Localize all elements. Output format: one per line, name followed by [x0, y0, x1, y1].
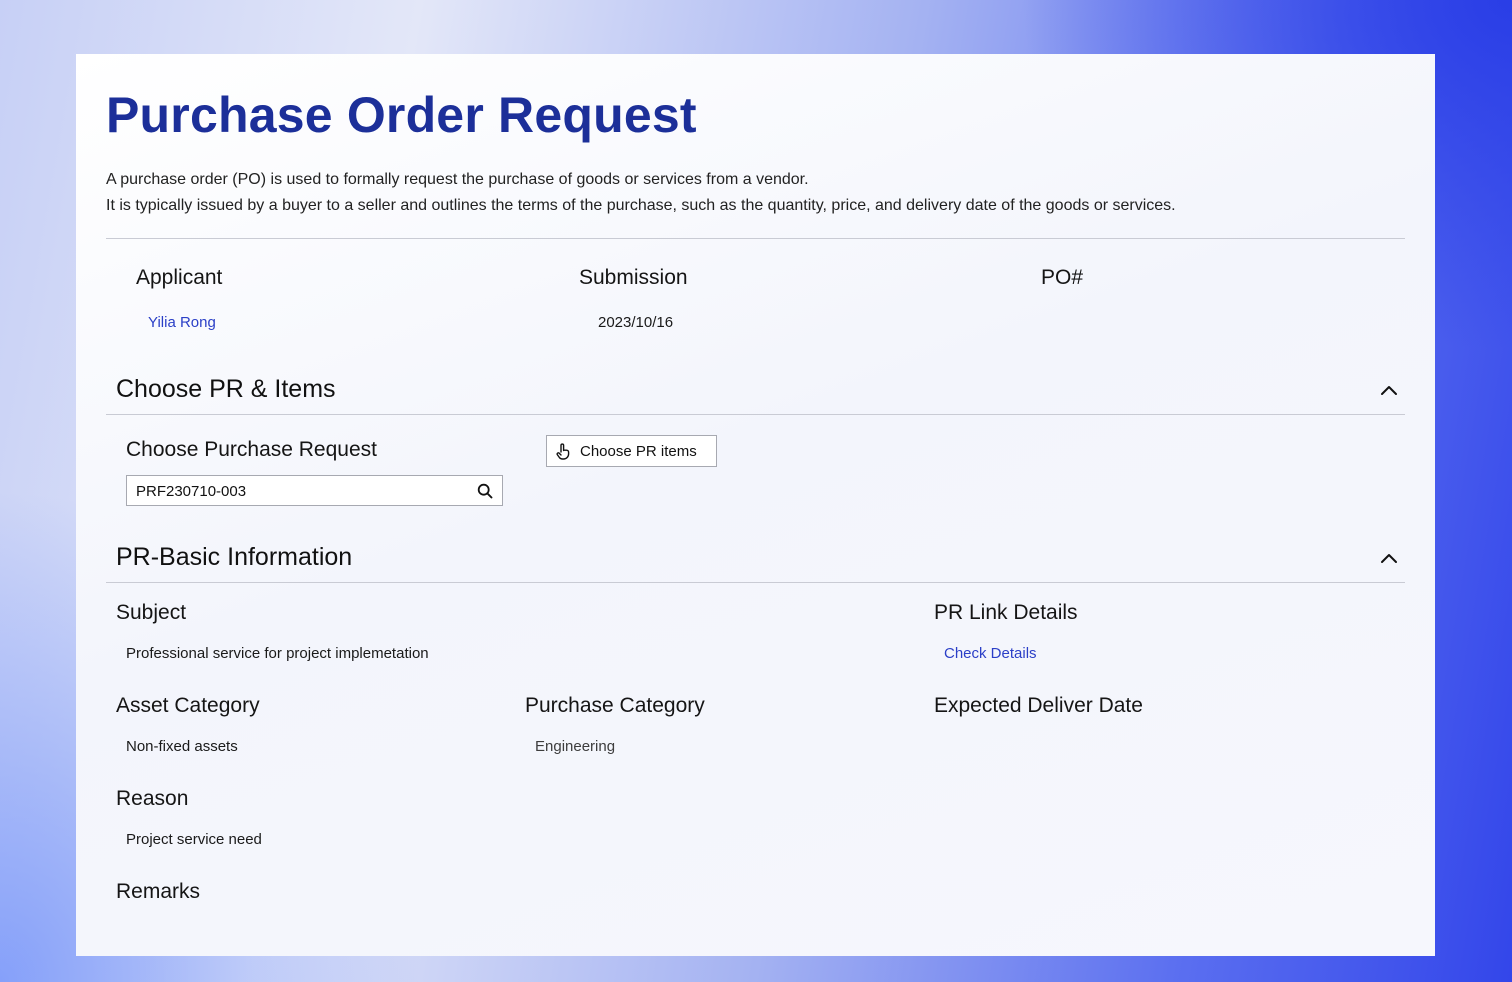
- expected-deliver-date-label: Expected Deliver Date: [934, 694, 1143, 717]
- subject-label: Subject: [116, 601, 187, 624]
- submission-date: 2023/10/16: [598, 314, 674, 331]
- choose-pr-items-button[interactable]: Choose PR items: [546, 435, 717, 467]
- pr-link-details-label: PR Link Details: [934, 601, 1078, 624]
- hand-pointer-icon: [556, 443, 570, 460]
- submission-label: Submission: [579, 266, 688, 289]
- basic-info-divider: [106, 582, 1405, 583]
- basic-info-section-title: PR-Basic Information: [116, 543, 353, 571]
- choose-pr-divider: [106, 414, 1405, 415]
- purchase-request-search: [126, 475, 503, 506]
- subject-value: Professional service for project impleme…: [126, 645, 429, 662]
- purchase-order-form: Purchase Order Request A purchase order …: [76, 54, 1435, 956]
- reason-label: Reason: [116, 787, 189, 810]
- description-line-2: It is typically issued by a buyer to a s…: [106, 197, 1176, 214]
- choose-pr-items-label: Choose PR items: [580, 443, 697, 460]
- page-title: Purchase Order Request: [106, 87, 697, 143]
- applicant-link[interactable]: Yilia Rong: [148, 313, 216, 333]
- page-description: A purchase order (PO) is used to formall…: [106, 167, 1176, 219]
- description-line-1: A purchase order (PO) is used to formall…: [106, 171, 809, 188]
- applicant-label: Applicant: [136, 266, 223, 289]
- choose-pr-section-title: Choose PR & Items: [116, 375, 336, 403]
- chevron-up-icon[interactable]: [1379, 551, 1399, 565]
- search-icon[interactable]: [477, 483, 493, 499]
- remarks-label: Remarks: [116, 880, 201, 903]
- check-details-link[interactable]: Check Details: [944, 644, 1037, 664]
- chevron-up-icon[interactable]: [1379, 383, 1399, 397]
- purchase-category-label: Purchase Category: [525, 694, 705, 717]
- asset-category-label: Asset Category: [116, 694, 260, 717]
- purchase-request-input[interactable]: [136, 481, 466, 501]
- asset-category-value: Non-fixed assets: [126, 738, 238, 755]
- choose-purchase-request-label: Choose Purchase Request: [126, 438, 377, 461]
- po-number-label: PO#: [1041, 266, 1084, 289]
- header-divider: [106, 238, 1405, 239]
- purchase-category-value: Engineering: [535, 738, 616, 755]
- reason-value: Project service need: [126, 831, 262, 848]
